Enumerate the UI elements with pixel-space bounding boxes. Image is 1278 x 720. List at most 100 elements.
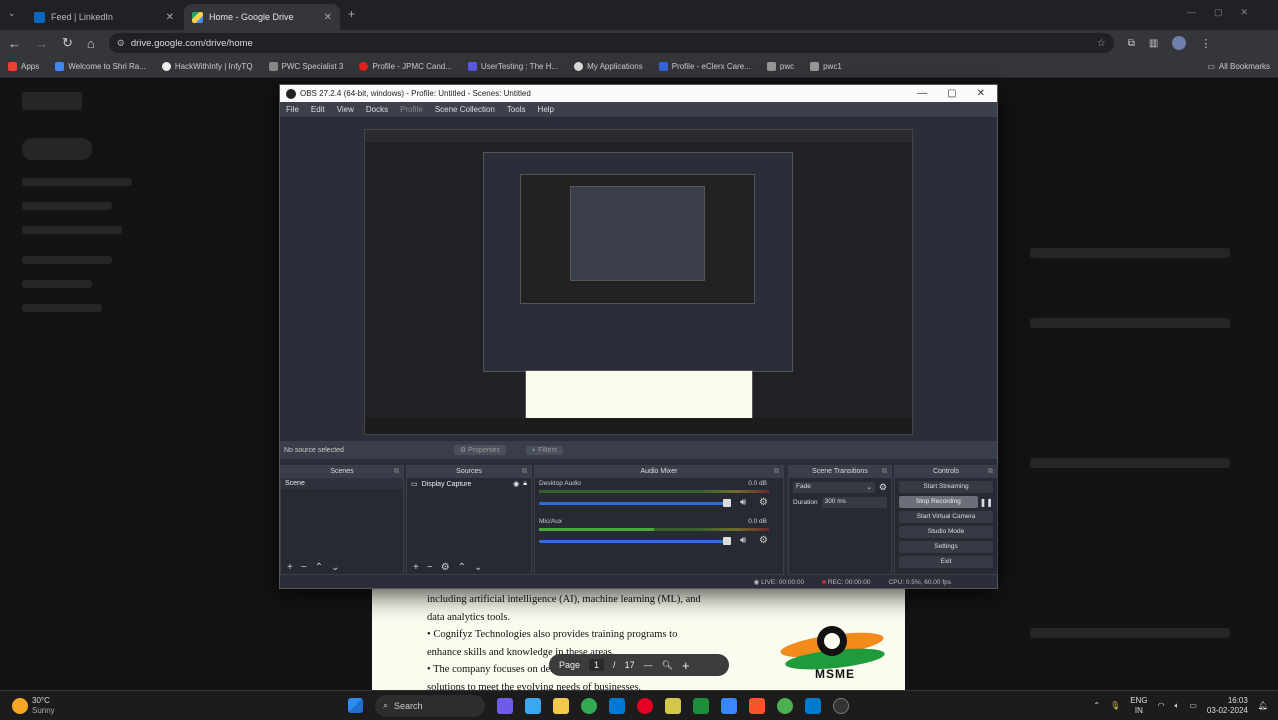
visibility-eye-icon[interactable]: ◉ [513,480,519,488]
menu-edit[interactable]: Edit [311,105,325,114]
remove-icon[interactable]: − [301,562,307,573]
volume-fader[interactable] [539,502,729,505]
clock[interactable]: 16:03 03-02-2024 [1207,696,1248,716]
obs-preview-canvas[interactable] [364,129,913,435]
menu-file[interactable]: File [286,105,299,114]
excel-icon[interactable] [693,697,709,714]
taskbar-search[interactable]: ⌕ Search [375,694,485,717]
chrome-icon[interactable] [581,697,597,714]
bookmark-item[interactable]: UserTesting : The H... [467,62,558,71]
extensions-icon[interactable]: ⧉ [1128,38,1135,49]
battery-icon[interactable]: ▭ [1189,701,1197,710]
window-controls[interactable]: —▢✕ [1187,7,1266,18]
menu-docks[interactable]: Docks [366,105,388,114]
windows-start-icon[interactable] [348,698,363,713]
add-icon[interactable]: + [287,562,293,573]
file-explorer-icon[interactable] [553,697,569,714]
close-icon[interactable]: ✕ [977,88,985,99]
tab-linkedin[interactable]: Feed | LinkedIn ✕ [26,4,182,30]
menu-view[interactable]: View [337,105,354,114]
studio-mode-button[interactable]: Studio Mode [899,526,993,538]
tab-google-drive[interactable]: Home - Google Drive ✕ [184,4,340,30]
chrome-profile-icon[interactable] [777,697,793,714]
remove-icon[interactable]: − [427,562,433,573]
home-icon[interactable]: ⌂ [87,36,95,51]
scene-item[interactable]: Scene [281,478,403,489]
tab-search-icon[interactable]: ⌄ [8,8,16,19]
wifi-icon[interactable]: ◠ [1158,701,1165,710]
bookmark-item[interactable]: pwc [766,62,794,71]
dock-grip-icon[interactable]: ⧉ [522,466,527,478]
stop-recording-button[interactable]: Stop Recording [899,496,978,508]
menu-scene-collection[interactable]: Scene Collection [435,105,495,114]
lock-icon[interactable]: 🔒︎ [523,480,527,488]
exit-button[interactable]: Exit [899,556,993,568]
menu-icon[interactable]: ⋮ [1200,37,1211,50]
pinterest-icon[interactable] [637,697,653,714]
all-bookmarks[interactable]: ▭ All Bookmarks [1207,62,1270,71]
zoom-out-icon[interactable]: — [644,660,653,670]
zoom-in-icon[interactable]: + [682,658,690,673]
settings-button[interactable]: Settings [899,541,993,553]
dock-grip-icon[interactable]: ⧉ [394,466,399,478]
menu-tools[interactable]: Tools [507,105,526,114]
gear-icon[interactable]: ⚙ [879,482,887,493]
close-icon[interactable]: ✕ [166,12,174,23]
transition-select[interactable]: Fade ⌄ [793,482,875,493]
move-down-icon[interactable]: ⌄ [331,562,339,573]
forward-icon[interactable]: → [35,36,48,51]
page-number-input[interactable]: 1 [589,659,605,671]
language-indicator[interactable]: ENG IN [1130,696,1147,716]
gear-icon[interactable]: ⚙ [759,535,768,546]
bookmark-item[interactable]: PWC Specialist 3 [268,62,343,71]
properties-button[interactable]: ⚙ Properties [453,445,507,455]
bookmark-item[interactable]: pwc1 [810,62,842,71]
close-icon[interactable]: ✕ [324,12,332,23]
pause-icon[interactable]: ❚❚ [980,498,993,507]
filters-button[interactable]: ◐ Filters [526,445,564,455]
profile-avatar[interactable] [1172,36,1187,50]
bookmark-apps[interactable]: Apps [8,62,39,71]
vscode-icon[interactable] [805,697,821,714]
menu-profile[interactable]: Profile [400,105,423,114]
back-icon[interactable]: ← [8,36,21,51]
volume-fader[interactable] [539,540,729,543]
zoom-icon[interactable]: 🔍︎ [662,660,673,671]
site-info-icon[interactable]: ⚙ [117,38,125,49]
notification-icon[interactable]: 🔔︎ [1258,701,1268,710]
todo-icon[interactable] [525,697,541,714]
move-up-icon[interactable]: ⌃ [315,562,323,573]
dock-grip-icon[interactable]: ⧉ [988,466,993,478]
address-bar[interactable]: ⚙ drive.google.com/drive/home ☆ [108,33,1114,53]
speaker-icon[interactable]: 🔊︎ [740,497,746,508]
side-panel-icon[interactable]: ▥ [1149,38,1158,49]
dock-grip-icon[interactable]: ⧉ [774,466,779,478]
minimize-icon[interactable]: — [917,88,927,99]
mic-icon[interactable]: 🎙︎ [1110,701,1120,710]
gear-icon[interactable]: ⚙ [441,562,450,573]
bookmark-item[interactable]: My Applications [574,62,643,71]
photos-icon[interactable] [721,697,737,714]
mail-icon[interactable] [609,697,625,714]
chevron-up-icon[interactable]: ⌃ [1093,701,1100,710]
dock-grip-icon[interactable]: ⧉ [882,466,887,478]
obs-taskbar-icon[interactable] [833,697,849,714]
bookmark-item[interactable]: Welcome to Shri Ra... [55,62,146,71]
speaker-icon[interactable]: 🔊︎ [740,535,746,546]
bookmark-star-icon[interactable]: ☆ [1097,38,1106,49]
brave-icon[interactable] [749,697,765,714]
bookmark-item[interactable]: Profile - JPMC Cand... [359,62,452,71]
move-down-icon[interactable]: ⌄ [474,562,482,573]
volume-fader-handle[interactable] [723,499,731,507]
maximize-icon[interactable]: ▢ [947,88,956,99]
start-virtual-camera-button[interactable]: Start Virtual Camera [899,511,993,523]
new-tab-button[interactable]: + [348,7,355,21]
gear-icon[interactable]: ⚙ [759,497,768,508]
source-item[interactable]: ▭ Display Capture ◉ 🔒︎ [407,478,531,490]
notes-icon[interactable] [665,697,681,714]
bookmark-item[interactable]: Profile - eClerx Care... [658,62,751,71]
add-icon[interactable]: + [413,562,419,573]
menu-help[interactable]: Help [538,105,554,114]
start-streaming-button[interactable]: Start Streaming [899,481,993,493]
move-up-icon[interactable]: ⌃ [458,562,466,573]
